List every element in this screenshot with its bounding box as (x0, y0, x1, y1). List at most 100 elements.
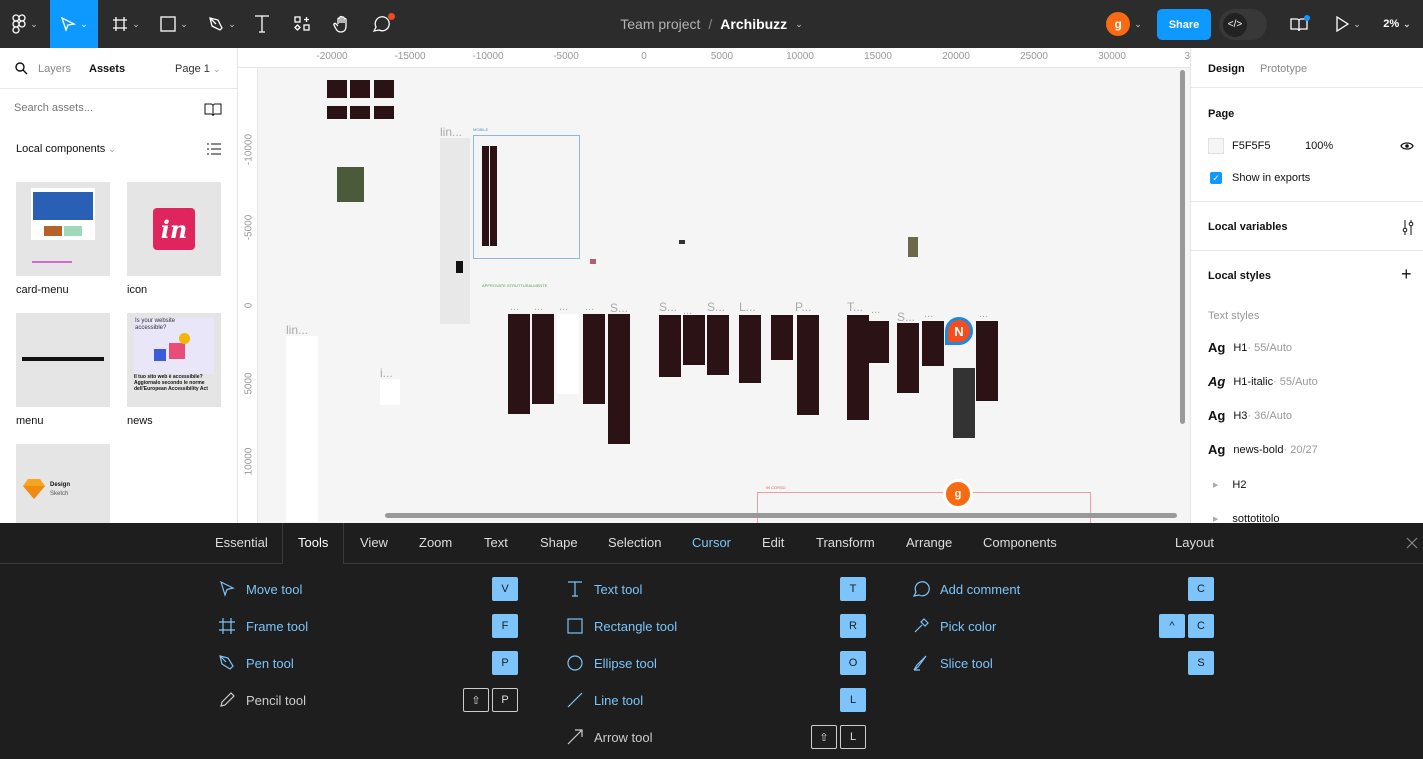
tab-assets[interactable]: Assets (89, 63, 125, 75)
text-style-item[interactable]: Ag news-bold · 20/27 (1208, 442, 1318, 457)
canvas-frame[interactable] (557, 314, 579, 394)
canvas-frame[interactable] (482, 146, 489, 246)
multiplayer-avatar-button[interactable]: g ⌄ (1100, 0, 1148, 48)
canvas-frame[interactable] (976, 321, 998, 401)
horizontal-scrollbar[interactable] (385, 513, 1177, 518)
library-book-icon[interactable] (204, 103, 222, 117)
frame-tool-button[interactable]: ⌄ (106, 0, 146, 48)
main-menu-button[interactable]: ⌄ (0, 0, 50, 48)
canvas-frame[interactable] (590, 259, 596, 264)
text-style-item[interactable]: Ag H1 · 55/Auto (1208, 340, 1292, 355)
canvas-frame[interactable] (707, 315, 729, 375)
canvas-frame[interactable] (659, 315, 681, 377)
tab-layout[interactable]: Layout (1175, 523, 1214, 563)
component-thumb-card-menu[interactable] (16, 182, 110, 276)
sketch-logo-icon (23, 479, 45, 499)
tab-design[interactable]: Design (1208, 63, 1245, 75)
canvas-frame[interactable] (380, 379, 400, 405)
text-style-item[interactable]: Ag H1-italic · 55/Auto (1208, 374, 1318, 389)
tab-selection[interactable]: Selection (608, 523, 661, 563)
dev-mode-toggle[interactable]: </> (1219, 9, 1267, 40)
canvas-frame[interactable] (683, 315, 705, 365)
local-components-toggle[interactable]: Local components ⌄ (16, 143, 116, 155)
canvas-frame[interactable] (797, 315, 819, 415)
canvas-frame[interactable] (286, 336, 318, 522)
tab-transform[interactable]: Transform (816, 523, 875, 563)
figma-logo-icon (12, 14, 26, 34)
vertical-scrollbar[interactable] (1180, 70, 1185, 424)
tab-view[interactable]: View (360, 523, 388, 563)
canvas-frame[interactable] (608, 314, 630, 444)
canvas-frame[interactable] (508, 314, 530, 414)
component-thumb-news[interactable]: Is your website accessible? Il tuo sito … (127, 313, 221, 407)
tab-tools[interactable]: Tools (282, 523, 345, 564)
shape-tool-button[interactable]: ⌄ (154, 0, 194, 48)
page-color-value[interactable]: F5F5F5 (1232, 140, 1271, 152)
canvas-frame[interactable] (350, 106, 370, 119)
comment-tool-button[interactable] (368, 0, 395, 48)
canvas-frame[interactable] (908, 237, 918, 257)
local-variables-title[interactable]: Local variables (1208, 221, 1288, 233)
canvas-frame[interactable] (327, 106, 347, 119)
slice-icon (913, 655, 927, 671)
text-style-item[interactable]: Ag H3 · 36/Auto (1208, 408, 1292, 423)
tab-layers[interactable]: Layers (38, 63, 71, 75)
canvas-frame[interactable] (867, 321, 889, 363)
canvas-frame[interactable] (679, 240, 685, 244)
canvas[interactable]: MOBILE APPROVATE STRUTTURALMENTE IN CORS… (258, 68, 1190, 523)
tab-arrange[interactable]: Arrange (906, 523, 952, 563)
canvas-frame[interactable] (847, 315, 869, 420)
canvas-frame[interactable] (490, 146, 497, 246)
section-in-corso[interactable] (757, 492, 1091, 523)
library-button[interactable] (1286, 0, 1312, 48)
canvas-frame[interactable] (350, 80, 370, 98)
move-tool-button[interactable]: ⌄ (50, 0, 98, 48)
tab-zoom[interactable]: Zoom (419, 523, 452, 563)
canvas-frame[interactable] (327, 80, 347, 98)
page-color-swatch[interactable] (1208, 138, 1224, 154)
pen-tool-button[interactable]: ⌄ (202, 0, 242, 48)
text-tool-button[interactable] (250, 0, 274, 48)
component-thumb-design-sketch[interactable]: Design Sketch (16, 444, 110, 523)
canvas-frame[interactable] (374, 106, 394, 119)
present-button[interactable]: ⌄ (1330, 0, 1366, 48)
tab-components[interactable]: Components (983, 523, 1057, 563)
tab-edit[interactable]: Edit (762, 523, 784, 563)
tab-shape[interactable]: Shape (540, 523, 578, 563)
canvas-frame[interactable] (583, 314, 605, 404)
canvas-frame[interactable] (897, 323, 919, 393)
close-icon[interactable] (1406, 537, 1418, 549)
show-in-exports-checkbox[interactable]: ✓ (1210, 172, 1222, 184)
tab-cursor[interactable]: Cursor (692, 523, 731, 563)
canvas-frame[interactable] (739, 315, 761, 383)
add-style-plus-icon[interactable]: + (1401, 264, 1412, 285)
eye-icon[interactable] (1400, 141, 1414, 151)
hand-tool-button[interactable] (330, 0, 354, 48)
page-selector[interactable]: Page 1 ⌄ (175, 63, 220, 75)
share-button[interactable]: Share (1157, 9, 1211, 40)
zoom-dropdown[interactable]: 2% ⌄ (1378, 0, 1416, 48)
variables-settings-icon[interactable] (1402, 219, 1414, 235)
list-view-icon[interactable] (207, 143, 221, 155)
resources-button[interactable] (290, 0, 314, 48)
canvas-frame[interactable] (440, 138, 470, 324)
canvas-frame[interactable] (374, 80, 394, 98)
canvas-frame[interactable] (456, 261, 463, 273)
canvas-frame[interactable] (532, 314, 554, 404)
page-opacity-value[interactable]: 100% (1305, 140, 1333, 152)
tab-essential[interactable]: Essential (215, 523, 268, 563)
search-assets-input[interactable] (14, 102, 194, 114)
frame-icon (219, 618, 235, 634)
tab-prototype[interactable]: Prototype (1260, 63, 1307, 75)
component-thumb-icon[interactable]: in (127, 182, 221, 276)
collaborator-cursor-n: N (945, 317, 973, 345)
canvas-frame[interactable] (337, 167, 364, 202)
canvas-frame[interactable] (922, 321, 944, 366)
search-icon[interactable] (15, 62, 28, 75)
file-name[interactable]: Archibuzz (720, 16, 787, 32)
component-thumb-menu[interactable] (16, 313, 110, 407)
canvas-frame[interactable] (953, 368, 975, 438)
style-group-h2[interactable]: ▶ H2 (1213, 479, 1246, 491)
tab-text[interactable]: Text (484, 523, 508, 563)
canvas-frame[interactable] (771, 315, 793, 360)
